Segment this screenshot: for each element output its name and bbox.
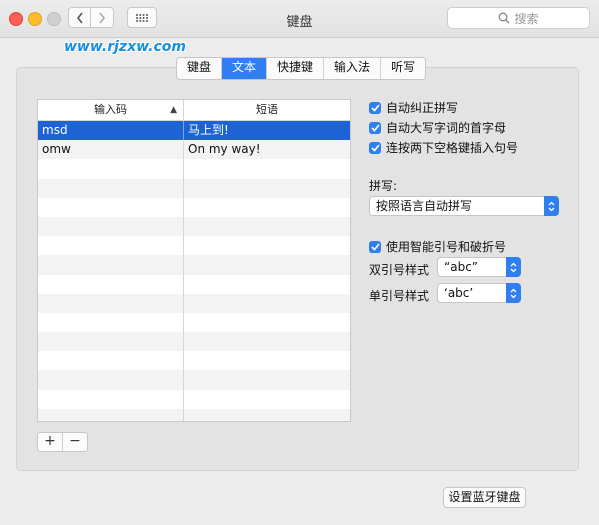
empty-row <box>38 236 350 256</box>
spelling-value: 按照语言自动拼写 <box>376 199 473 213</box>
search-placeholder: 搜索 <box>514 11 539 26</box>
capitalize-label: 自动大写字词的首字母 <box>386 121 507 135</box>
text-replacement-table: 输入码 ▲ 短语 msd 马上到! omw On my way! <box>37 99 351 422</box>
autocorrect-checkbox[interactable]: 自动纠正拼写 <box>369 99 458 116</box>
checkmark-icon <box>369 121 381 134</box>
table-header: 输入码 ▲ 短语 <box>38 100 350 121</box>
updown-chevron-icon <box>506 257 521 277</box>
add-button[interactable]: + <box>38 433 63 451</box>
capitalize-checkbox[interactable]: 自动大写字词的首字母 <box>369 119 506 136</box>
title-bar: 键盘 搜索 <box>0 0 599 38</box>
watermark: www.rjzxw.com <box>64 39 186 55</box>
setup-bluetooth-keyboard-button[interactable]: 设置蓝牙键盘 <box>443 487 526 508</box>
spelling-popup[interactable]: 按照语言自动拼写 <box>369 196 559 216</box>
empty-row <box>38 312 350 333</box>
add-remove-control: + − <box>37 432 88 452</box>
table-body: msd 马上到! omw On my way! <box>38 121 350 421</box>
column-header-input-label: 输入码 <box>94 103 127 116</box>
empty-row <box>38 178 350 198</box>
updown-chevron-icon <box>506 283 521 303</box>
checkmark-icon <box>369 141 381 154</box>
empty-row <box>38 370 350 390</box>
remove-button[interactable]: − <box>63 433 87 451</box>
spelling-label: 拼写: <box>369 179 398 193</box>
empty-row <box>38 274 350 294</box>
cell-phrase[interactable]: 马上到! <box>184 121 350 140</box>
search-icon <box>499 12 511 24</box>
single-quote-label: 单引号样式 <box>369 289 430 303</box>
empty-row <box>38 351 350 371</box>
tab-keyboard[interactable]: 键盘 <box>177 58 223 79</box>
single-quote-popup[interactable]: ‘abc’ <box>437 283 521 303</box>
tab-input-sources[interactable]: 输入法 <box>324 58 382 79</box>
tab-text[interactable]: 文本 <box>222 58 268 79</box>
empty-row <box>38 293 350 313</box>
double-quote-popup[interactable]: “abc” <box>437 257 521 277</box>
tab-shortcuts[interactable]: 快捷键 <box>267 58 325 79</box>
double-space-period-label: 连按两下空格键插入句号 <box>386 141 519 155</box>
autocorrect-label: 自动纠正拼写 <box>386 101 459 115</box>
tab-bar: 键盘 文本 快捷键 输入法 听写 <box>176 57 427 80</box>
sort-ascending-icon: ▲ <box>170 105 177 115</box>
empty-row <box>38 389 350 409</box>
empty-row <box>38 332 350 352</box>
double-quote-label: 双引号样式 <box>369 263 430 277</box>
cell-input[interactable]: omw <box>38 140 184 160</box>
double-space-period-checkbox[interactable]: 连按两下空格键插入句号 <box>369 139 518 156</box>
empty-row <box>38 255 350 275</box>
smart-quotes-checkbox[interactable]: 使用智能引号和破折号 <box>369 238 506 255</box>
checkmark-icon <box>369 101 381 114</box>
single-quote-value: ‘abc’ <box>444 286 474 300</box>
smart-quotes-label: 使用智能引号和破折号 <box>386 240 507 254</box>
empty-row <box>38 216 350 237</box>
empty-row <box>38 159 350 179</box>
cell-phrase[interactable]: On my way! <box>184 140 350 159</box>
column-header-phrase[interactable]: 短语 <box>184 100 350 120</box>
search-field[interactable]: 搜索 <box>447 7 590 29</box>
column-header-input[interactable]: 输入码 ▲ <box>38 100 184 120</box>
cell-input[interactable]: msd <box>38 121 184 141</box>
empty-row <box>38 197 350 217</box>
checkmark-icon <box>369 240 381 253</box>
table-row[interactable]: msd 马上到! <box>38 121 350 141</box>
double-quote-value: “abc” <box>444 260 479 274</box>
tab-dictation[interactable]: 听写 <box>381 58 426 79</box>
table-row[interactable]: omw On my way! <box>38 140 350 160</box>
updown-chevron-icon <box>544 196 559 216</box>
empty-row <box>38 408 350 421</box>
